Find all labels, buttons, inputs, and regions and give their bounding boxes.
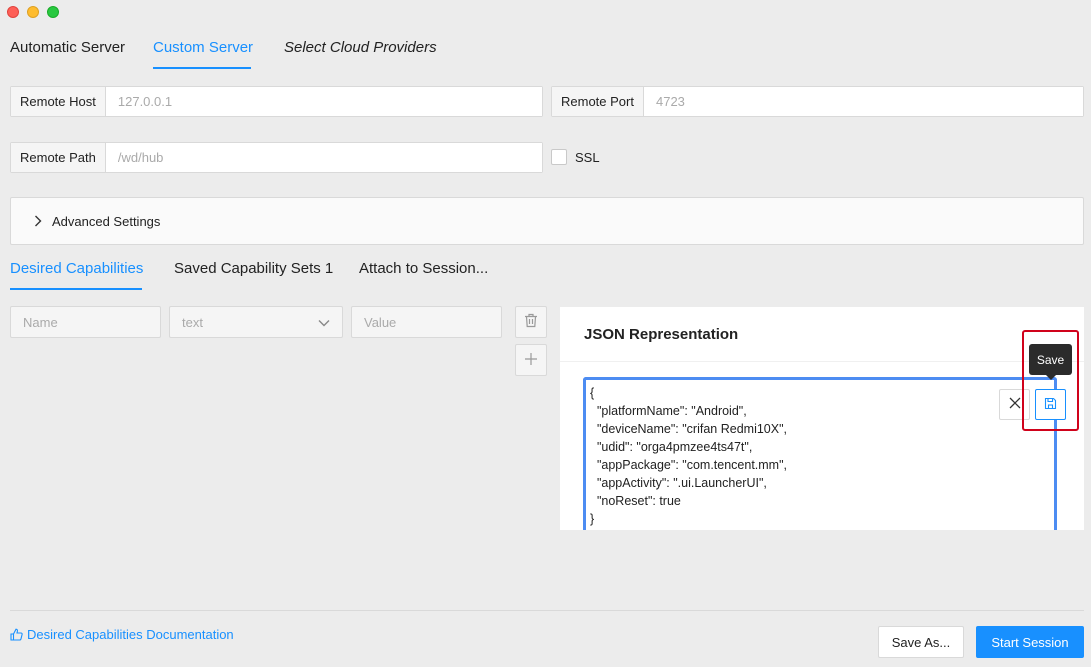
remote-port-label: Remote Port [552, 87, 644, 116]
plus-icon [524, 352, 538, 369]
doc-link-label: Desired Capabilities Documentation [27, 627, 234, 642]
desired-capabilities-doc-link[interactable]: Desired Capabilities Documentation [10, 627, 234, 642]
add-capability-button[interactable] [515, 344, 547, 376]
capability-value-field[interactable] [351, 306, 502, 338]
json-line: "noReset": true [590, 494, 681, 508]
json-line: "appPackage": "com.tencent.mm", [590, 458, 788, 472]
remote-path-label: Remote Path [11, 143, 106, 172]
chevron-right-icon [31, 214, 45, 228]
capability-type-select[interactable]: text [169, 306, 343, 338]
tab-select-cloud-providers[interactable]: Select Cloud Providers [284, 39, 437, 56]
footer-divider [10, 610, 1084, 611]
capability-name-field[interactable] [10, 306, 161, 338]
json-representation-title: JSON Representation [560, 307, 1084, 362]
save-as-button[interactable]: Save As... [878, 626, 964, 658]
advanced-settings-panel[interactable]: Advanced Settings [10, 197, 1084, 245]
thumbs-up-icon [10, 628, 23, 641]
ssl-label: SSL [575, 150, 600, 165]
window-zoom-button[interactable] [47, 6, 59, 18]
tab-automatic-server[interactable]: Automatic Server [10, 39, 125, 56]
json-line: "deviceName": "crifan Redmi10X", [590, 422, 787, 436]
remote-host-group: Remote Host [10, 86, 543, 117]
json-line: "platformName": "Android", [590, 404, 747, 418]
tab-saved-capability-sets[interactable]: Saved Capability Sets 1 [174, 260, 333, 277]
close-icon [1009, 397, 1021, 412]
remote-port-group: Remote Port [551, 86, 1084, 117]
save-highlight-annotation [1022, 330, 1079, 431]
remote-port-input[interactable] [643, 87, 1083, 116]
window-close-button[interactable] [7, 6, 19, 18]
remote-host-input[interactable] [105, 87, 542, 116]
tab-active-indicator [153, 67, 251, 69]
start-session-button[interactable]: Start Session [976, 626, 1084, 658]
capability-value-input[interactable] [364, 314, 489, 330]
remote-host-label: Remote Host [11, 87, 106, 116]
json-line: "appActivity": ".ui.LauncherUI", [590, 476, 767, 490]
json-line: { [590, 386, 595, 400]
json-line: } [590, 512, 595, 526]
chevron-down-icon [318, 315, 330, 330]
capability-tab-active-indicator [10, 288, 142, 290]
tab-custom-server[interactable]: Custom Server [153, 39, 253, 56]
json-editor[interactable]: { "platformName": "Android", "deviceName… [583, 377, 1057, 530]
tab-attach-to-session[interactable]: Attach to Session... [359, 260, 488, 277]
remote-path-group: Remote Path [10, 142, 543, 173]
remote-path-input[interactable] [105, 143, 542, 172]
delete-capability-button[interactable] [515, 306, 547, 338]
tab-desired-capabilities[interactable]: Desired Capabilities [10, 260, 143, 277]
trash-icon [524, 313, 538, 331]
ssl-checkbox[interactable] [551, 149, 567, 165]
advanced-settings-label: Advanced Settings [52, 213, 161, 229]
json-line: "udid": "orga4pmzee4ts47t", [590, 440, 753, 454]
capability-type-value: text [182, 314, 203, 330]
capability-name-input[interactable] [23, 314, 148, 330]
window-minimize-button[interactable] [27, 6, 39, 18]
